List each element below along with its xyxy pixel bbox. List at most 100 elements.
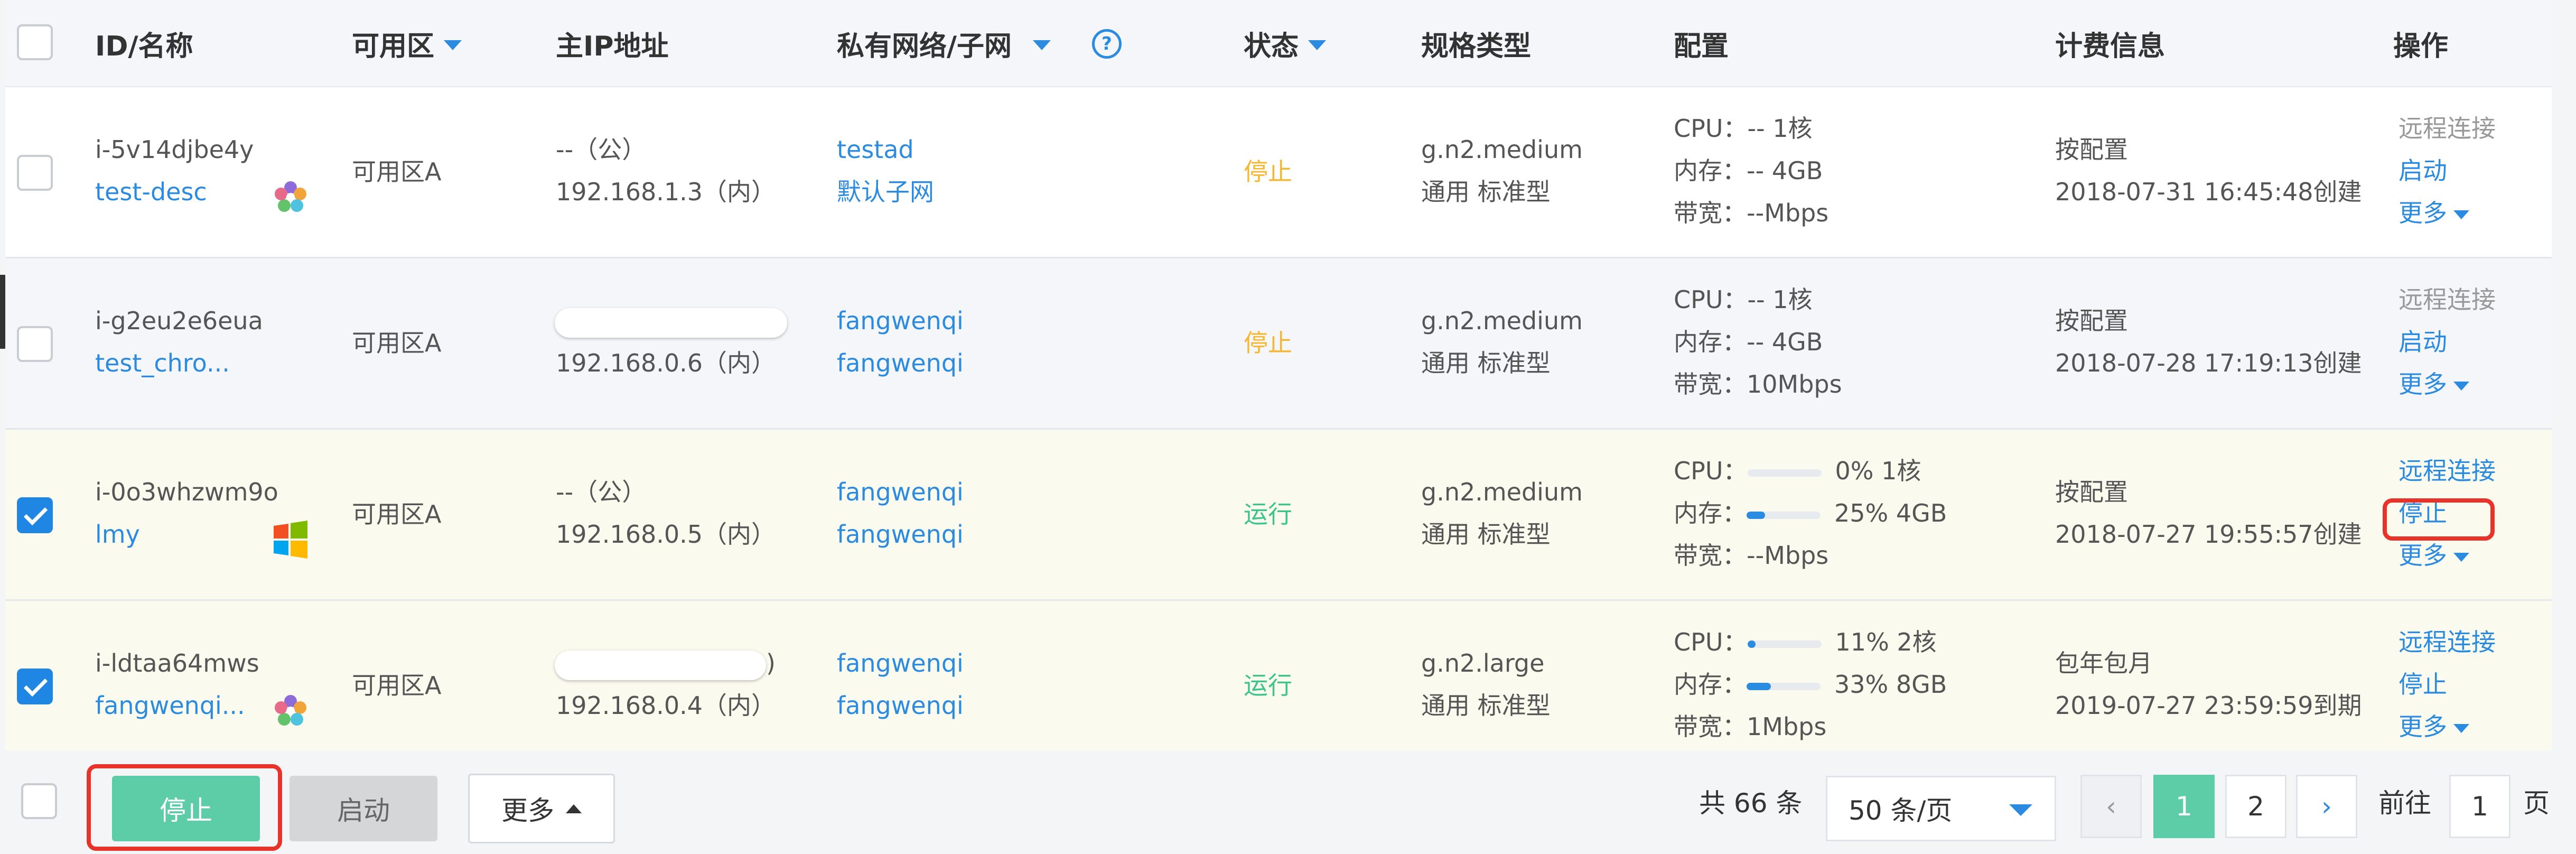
mem-usage-bar — [1747, 511, 1821, 519]
row-checkbox[interactable] — [17, 497, 53, 533]
row-checkbox[interactable] — [17, 155, 53, 191]
goto-page-input[interactable]: 1 — [2449, 775, 2510, 838]
more-action[interactable]: 更多 — [2398, 706, 2469, 748]
billing-time: 2018-07-28 17:19:13创建 — [2055, 349, 2362, 377]
total-count: 共 66 条 — [1699, 788, 1803, 819]
mem-config: 内存： 33% 8GB — [1674, 663, 1947, 706]
page-unit-label: 页 — [2523, 788, 2550, 819]
spec-name: g.n2.medium — [1421, 307, 1583, 335]
bw-value: 10Mbps — [1747, 370, 1842, 398]
redacted-public-ip — [555, 651, 766, 680]
bw-config: 带宽：--Mbps — [1674, 534, 1828, 577]
cpu-usage-bar — [1747, 640, 1822, 648]
bw-value: --Mbps — [1747, 199, 1829, 227]
bw-label: 带宽： — [1674, 712, 1747, 741]
select-all-checkbox[interactable] — [17, 24, 53, 60]
subnet-link[interactable]: 默认子网 — [837, 171, 934, 213]
footer-select-all-checkbox[interactable] — [21, 783, 57, 819]
spec-type: 通用 标准型 — [1421, 691, 1551, 720]
table-row: i-g2eu2e6eua test_chro... 可用区A 192.168.0… — [5, 258, 2552, 430]
cpu-usage-bar — [1747, 469, 1822, 477]
remote-connect-action[interactable]: 远程连接 — [2398, 450, 2496, 492]
zone-value: 可用区A — [352, 157, 442, 186]
vpc-link[interactable]: fangwenqi — [837, 300, 964, 342]
cpu-label: CPU： — [1674, 285, 1748, 314]
spec-type: 通用 标准型 — [1421, 349, 1551, 377]
remote-connect-action[interactable]: 远程连接 — [2398, 621, 2496, 663]
bw-label: 带宽： — [1674, 370, 1747, 398]
col-zone[interactable]: 可用区 — [352, 0, 462, 87]
col-vpc-subnet[interactable]: 私有网络/子网? — [837, 0, 1122, 87]
spec-name: g.n2.large — [1421, 649, 1545, 677]
instance-name-link[interactable]: test-desc — [95, 171, 207, 213]
cpu-config: CPU：-- 1核 — [1674, 107, 1813, 150]
start-action[interactable]: 启动 — [2398, 321, 2447, 363]
vpc-filter-caret-icon[interactable] — [1033, 40, 1051, 50]
col-main-ip: 主IP地址 — [556, 31, 669, 62]
cpu-config: CPU：-- 1核 — [1674, 279, 1813, 321]
zone-value: 可用区A — [352, 500, 442, 528]
mem-value: 33% 8GB — [1834, 670, 1947, 699]
zone-value: 可用区A — [352, 671, 442, 700]
chevron-down-icon — [2453, 382, 2469, 391]
public-ip: --（公） — [556, 478, 647, 506]
page-size-select[interactable]: 50 条/页 — [1826, 776, 2056, 841]
col-actions: 操作 — [2393, 31, 2449, 62]
mem-config: 内存：-- 4GB — [1674, 150, 1823, 192]
subnet-link[interactable]: fangwenqi — [837, 342, 964, 384]
mem-usage-fill — [1747, 682, 1771, 690]
cpu-usage-fill — [1747, 640, 1756, 648]
vpc-link[interactable]: testad — [837, 128, 914, 171]
mem-config: 内存： 25% 4GB — [1674, 492, 1947, 534]
billing-time: 2019-07-27 23:59:59到期 — [2055, 691, 2362, 720]
help-icon[interactable]: ? — [1092, 29, 1122, 59]
zone-filter-caret-icon[interactable] — [444, 40, 462, 50]
instance-name-link[interactable]: test_chro... — [95, 342, 230, 384]
more-action[interactable]: 更多 — [2398, 192, 2469, 234]
row-checkbox[interactable] — [17, 326, 53, 362]
instance-name-link[interactable]: fangwenqi... — [95, 684, 245, 727]
billing-mode: 按配置 — [2055, 478, 2128, 506]
private-ip: 192.168.1.3（内） — [556, 178, 776, 206]
bulk-stop-button[interactable]: 停止 — [112, 776, 260, 841]
more-action[interactable]: 更多 — [2398, 363, 2469, 405]
subnet-link[interactable]: fangwenqi — [837, 684, 964, 727]
page-2-button[interactable]: 2 — [2225, 775, 2286, 838]
row-checkbox[interactable] — [17, 669, 53, 704]
status-badge: 停止 — [1244, 329, 1292, 357]
col-config: 配置 — [1674, 31, 1729, 62]
cpu-value: 0% 1核 — [1835, 457, 1921, 485]
bulk-more-button[interactable]: 更多 — [468, 774, 615, 843]
start-action[interactable]: 启动 — [2398, 150, 2447, 192]
chevron-down-icon — [2453, 553, 2469, 562]
spec-type: 通用 标准型 — [1421, 520, 1551, 549]
spec-name: g.n2.medium — [1421, 135, 1583, 164]
remote-connect-action[interactable]: 远程连接 — [2398, 279, 2496, 321]
subnet-link[interactable]: fangwenqi — [837, 513, 964, 555]
vpc-link[interactable]: fangwenqi — [837, 642, 964, 684]
page-1-button[interactable]: 1 — [2153, 775, 2215, 838]
next-page-button[interactable]: › — [2296, 775, 2357, 838]
public-ip-suffix: ) — [766, 649, 776, 677]
bw-value: --Mbps — [1747, 541, 1829, 570]
prev-page-button[interactable]: ‹ — [2080, 775, 2142, 838]
goto-label: 前往 — [2378, 788, 2431, 819]
table-row: i-0o3whzwm9o lmy 可用区A --（公） 192.168.0.5（… — [5, 430, 2552, 601]
status-filter-caret-icon[interactable] — [1308, 40, 1327, 50]
more-action[interactable]: 更多 — [2398, 534, 2469, 577]
stop-action[interactable]: 停止 — [2398, 663, 2447, 706]
table-row: i-ldtaa64mws fangwenqi... 可用区A ) 192.168… — [5, 601, 2552, 750]
billing-mode: 按配置 — [2055, 135, 2128, 164]
public-ip: --（公） — [556, 135, 647, 164]
chevron-down-icon — [2453, 210, 2469, 219]
vpc-link[interactable]: fangwenqi — [837, 471, 964, 513]
bulk-start-button[interactable]: 启动 — [290, 776, 437, 841]
instance-id: i-5v14djbe4y — [95, 135, 254, 164]
remote-connect-action[interactable]: 远程连接 — [2398, 107, 2496, 150]
cpu-config: CPU： 0% 1核 — [1674, 450, 1921, 492]
status-badge: 运行 — [1244, 671, 1292, 700]
bw-config: 带宽：10Mbps — [1674, 363, 1842, 405]
cpu-config: CPU： 11% 2核 — [1674, 621, 1937, 663]
instance-name-link[interactable]: lmy — [95, 513, 140, 555]
col-status[interactable]: 状态 — [1244, 0, 1327, 87]
